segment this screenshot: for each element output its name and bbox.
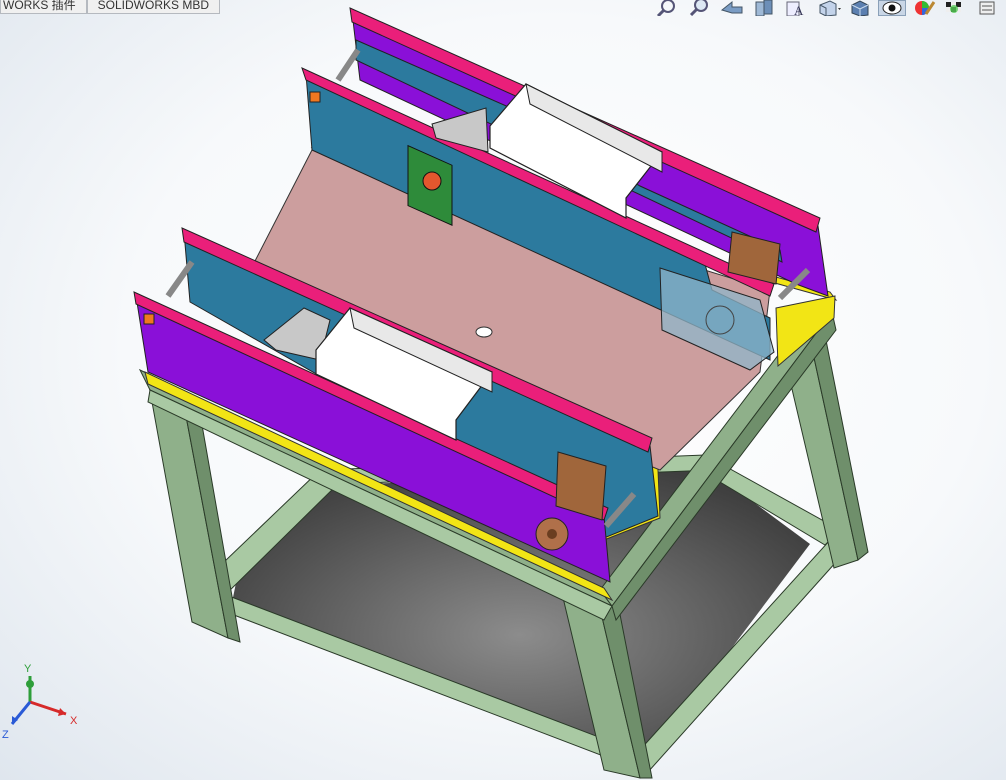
control-dial-icon	[422, 171, 442, 191]
center-hole	[475, 326, 493, 338]
triad-x-label: X	[70, 715, 78, 727]
3d-model-view[interactable]	[0, 0, 1006, 780]
graphics-area[interactable]: WORKS 插件 SOLIDWORKS MBD A Y X Z	[0, 0, 1006, 780]
triad-axes-icon: Y X Z	[2, 663, 78, 741]
reference-triad: Y X Z	[0, 660, 90, 760]
triad-z-label: Z	[2, 729, 9, 741]
triad-y-label: Y	[24, 663, 32, 675]
